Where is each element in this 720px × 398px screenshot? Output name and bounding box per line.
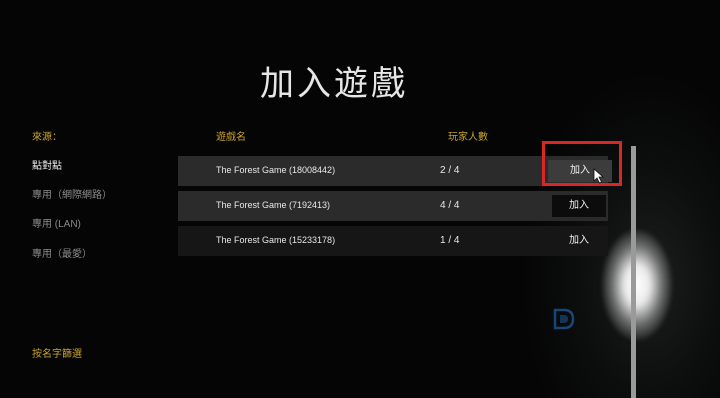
table-row[interactable]: The Forest Game (7192413) 4 / 4 加入 bbox=[178, 191, 608, 221]
game-name: The Forest Game (15233178) bbox=[216, 235, 336, 245]
column-header-players: 玩家人數 bbox=[448, 132, 488, 143]
sidebar-item-dedicated-lan[interactable]: 專用 (LAN) bbox=[32, 215, 81, 230]
sidebar-item-dedicated-internet[interactable]: 專用（網際網路） bbox=[32, 186, 112, 201]
sidebar-item-dedicated-favorites[interactable]: 專用（最愛） bbox=[32, 245, 92, 260]
player-count: 1 / 4 bbox=[440, 235, 460, 246]
sidebar-item-peer-to-peer[interactable]: 點對點 bbox=[32, 157, 62, 172]
page-title: 加入遊戲 bbox=[260, 64, 408, 104]
game-name: The Forest Game (7192413) bbox=[216, 200, 331, 210]
scrollbar[interactable] bbox=[631, 146, 636, 398]
table-row[interactable]: The Forest Game (15233178) 1 / 4 加入 bbox=[178, 226, 608, 256]
source-heading: 來源： bbox=[32, 132, 62, 143]
filter-by-name-button[interactable]: 按名字篩選 bbox=[32, 345, 82, 360]
player-count: 4 / 4 bbox=[440, 200, 460, 211]
highlight-frame bbox=[542, 141, 622, 186]
column-header-game-name: 遊戲名 bbox=[216, 132, 246, 143]
join-button[interactable]: 加入 bbox=[552, 195, 606, 217]
mouse-pointer-icon bbox=[593, 168, 605, 184]
game-name: The Forest Game (18008442) bbox=[216, 165, 336, 175]
light-glow bbox=[602, 230, 672, 340]
join-button[interactable]: 加入 bbox=[552, 230, 606, 252]
watermark-logo-icon bbox=[553, 308, 575, 330]
join-game-screen: 加入遊戲 來源： 點對點 專用（網際網路） 專用 (LAN) 專用（最愛） 按名… bbox=[0, 0, 720, 398]
player-count: 2 / 4 bbox=[440, 165, 460, 176]
